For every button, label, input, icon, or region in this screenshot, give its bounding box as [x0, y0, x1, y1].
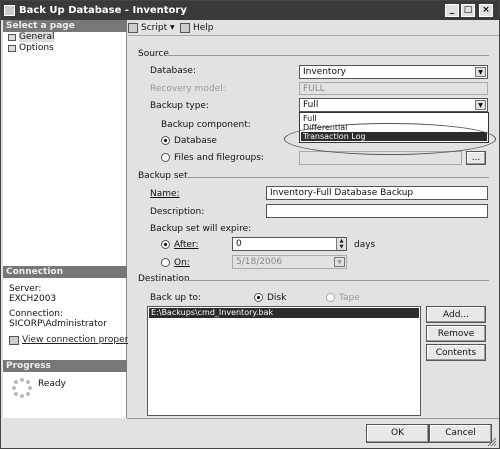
left-pane: Select a page General Options Connection… — [3, 20, 145, 418]
cancel-button[interactable]: Cancel — [429, 424, 492, 443]
list-item[interactable]: E:\Backups\cmd_Inventory.bak — [149, 308, 419, 318]
expire-label: Backup set will expire: — [150, 224, 252, 234]
footer-bar: OK Cancel — [1, 418, 499, 448]
window-title: Back Up Database - Inventory — [19, 5, 187, 16]
files-and-filegroups-radio[interactable] — [161, 153, 170, 162]
resize-grip-icon[interactable] — [487, 437, 497, 447]
database-value: Inventory — [303, 67, 346, 77]
on-date-picker: 5/18/2006 ▼ — [232, 255, 347, 269]
backup-set-group-header: Backup set — [138, 171, 188, 181]
divider — [184, 280, 489, 281]
database-label: Database: — [150, 66, 196, 76]
app-icon — [4, 5, 15, 16]
page-icon — [8, 34, 16, 41]
help-button[interactable]: Help — [180, 22, 220, 34]
close-button[interactable]: × — [479, 4, 493, 17]
script-icon — [128, 23, 138, 33]
select-page-header: Select a page — [3, 20, 127, 32]
connection-properties-icon — [9, 336, 19, 345]
days-label: days — [354, 240, 376, 250]
help-icon — [180, 23, 190, 33]
remove-button[interactable]: Remove — [426, 325, 486, 342]
after-days-value: 0 — [236, 239, 242, 249]
after-days-stepper[interactable]: 0 ▲ ▼ — [232, 237, 347, 251]
page-item-options[interactable]: Options — [5, 43, 65, 54]
on-date-value: 5/18/2006 — [236, 257, 283, 267]
minimize-button[interactable]: _ — [445, 4, 459, 17]
database-dropdown[interactable]: Inventory ▼ — [299, 65, 488, 79]
backup-type-dropdown[interactable]: Full ▼ — [299, 98, 488, 112]
destination-group-header: Destination — [138, 274, 190, 284]
backup-type-label: Backup type: — [150, 101, 209, 111]
chevron-down-icon: ▼ — [334, 257, 345, 267]
disk-label: Disk — [267, 293, 287, 303]
divider — [182, 177, 489, 178]
spin-down-icon[interactable]: ▼ — [336, 244, 346, 250]
destination-list[interactable]: E:\Backups\cmd_Inventory.bak — [147, 306, 421, 416]
name-label: Name: — [150, 189, 180, 199]
on-label: On: — [174, 258, 190, 268]
files-and-filegroups-label: Files and filegroups: — [174, 153, 264, 163]
progress-spinner-icon — [12, 378, 32, 398]
contents-button[interactable]: Contents — [426, 344, 486, 361]
recovery-model-field: FULL — [299, 82, 488, 95]
database-radio[interactable] — [161, 136, 170, 145]
server-value: EXCH2003 — [9, 294, 57, 304]
backup-database-dialog: Back Up Database - Inventory _ □ × Selec… — [0, 0, 500, 449]
highlight-ellipse — [284, 123, 496, 155]
chevron-down-icon: ▼ — [170, 24, 175, 31]
disk-radio[interactable] — [254, 293, 263, 302]
page-label: General — [19, 32, 55, 42]
maximize-button[interactable]: □ — [461, 4, 475, 17]
description-label: Description: — [150, 207, 205, 217]
tape-radio — [326, 293, 335, 302]
divider — [166, 55, 489, 56]
dropdown-option-full[interactable]: Full — [301, 114, 487, 123]
tape-label: Tape — [339, 293, 360, 303]
progress-header: Progress — [3, 360, 127, 372]
chevron-down-icon: ▼ — [475, 100, 486, 110]
browse-button[interactable]: ... — [466, 151, 486, 165]
recovery-model-label: Recovery model: — [150, 84, 226, 94]
add-button[interactable]: Add... — [426, 306, 486, 323]
database-radio-label: Database — [174, 136, 217, 146]
back-up-to-label: Back up to: — [150, 293, 202, 303]
page-icon — [8, 45, 16, 52]
description-input[interactable] — [266, 204, 488, 218]
after-radio[interactable] — [161, 240, 170, 249]
backup-type-value: Full — [303, 100, 319, 110]
page-label: Options — [19, 43, 54, 53]
progress-status: Ready — [38, 379, 66, 389]
name-input[interactable]: Inventory-Full Database Backup — [266, 186, 488, 200]
connection-header: Connection — [3, 266, 127, 278]
ok-button[interactable]: OK — [366, 424, 429, 443]
after-label: After: — [174, 240, 199, 250]
title-bar: Back Up Database - Inventory _ □ × — [1, 1, 499, 20]
divider — [127, 418, 499, 419]
script-button[interactable]: Script ▼ — [128, 22, 188, 34]
page-item-general[interactable]: General — [5, 32, 65, 43]
on-date-radio[interactable] — [161, 258, 170, 267]
view-connection-properties-link[interactable]: View connection properties — [22, 334, 145, 346]
script-label: Script — [141, 23, 168, 33]
source-group-header: Source — [138, 49, 169, 59]
connection-value: SICORP\Administrator — [9, 319, 107, 329]
help-label: Help — [193, 23, 214, 33]
backup-component-label: Backup component: — [161, 120, 251, 130]
chevron-down-icon: ▼ — [475, 67, 486, 77]
